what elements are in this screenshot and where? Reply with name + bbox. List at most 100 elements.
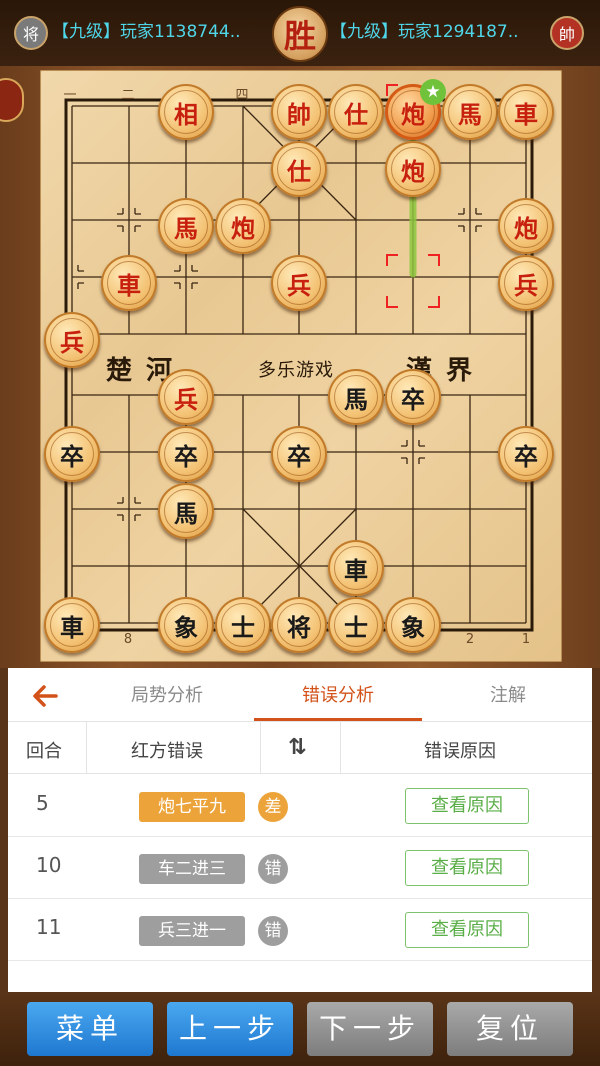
column-round: 回合 — [26, 741, 62, 762]
prev-step-button[interactable]: 上一步 — [167, 1002, 293, 1056]
red-horse-piece[interactable]: 馬 — [158, 198, 214, 254]
file-number: 四 — [235, 88, 249, 103]
piece-char: 車 — [514, 99, 538, 129]
red-soldier-piece[interactable]: 兵 — [498, 255, 554, 311]
black-soldier-piece[interactable]: 卒 — [271, 426, 327, 482]
piece-char: 将 — [287, 612, 311, 642]
piece-char: 卒 — [401, 384, 425, 414]
table-row: 5 炮七平九 差 查看原因 — [8, 775, 592, 837]
chess-board[interactable]: 一 二 四 8 2 1 楚河 漢界 多乐游戏 相 帥 仕 炮 馬 車 仕 炮 馬… — [40, 70, 562, 662]
right-player-avatar[interactable]: 帥 — [550, 16, 584, 50]
red-cannon-piece[interactable]: 炮 — [385, 141, 441, 197]
grade-badge: 差 — [258, 792, 288, 822]
red-elephant-piece[interactable]: 相 — [158, 84, 214, 140]
column-divider — [340, 722, 341, 774]
grade-badge: 错 — [258, 854, 288, 884]
piece-char: 仕 — [344, 99, 368, 129]
piece-char: 炮 — [514, 213, 538, 243]
table-header: 回合 红方错误 ⇅ 错误原因 — [8, 722, 592, 774]
left-avatar-char: 将 — [22, 25, 39, 44]
selection-corner — [386, 254, 398, 266]
round-number: 11 — [36, 915, 62, 939]
win-badge: 胜 — [272, 6, 328, 62]
piece-char: 相 — [174, 99, 198, 129]
last-move-star-icon: ★ — [420, 79, 446, 105]
red-advisor-piece[interactable]: 仕 — [271, 141, 327, 197]
red-general-piece[interactable]: 帥 — [271, 84, 327, 140]
move-tag: 车二进三 — [139, 854, 245, 884]
piece-char: 馬 — [174, 213, 198, 243]
table-row: 11 兵三进一 错 查看原因 — [8, 899, 592, 961]
red-cannon-piece[interactable]: 炮 — [498, 198, 554, 254]
analysis-tabs: 局势分析 错误分析 注解 — [8, 668, 592, 722]
analysis-panel: 局势分析 错误分析 注解 回合 红方错误 ⇅ 错误原因 5 炮七平九 差 查看原… — [8, 668, 592, 992]
piece-char: 士 — [231, 612, 255, 642]
black-elephant-piece[interactable]: 象 — [385, 597, 441, 653]
piece-char: 兵 — [174, 384, 198, 414]
black-advisor-piece[interactable]: 士 — [328, 597, 384, 653]
black-elephant-piece[interactable]: 象 — [158, 597, 214, 653]
tab-annotations[interactable]: 注解 — [433, 681, 583, 707]
black-soldier-piece[interactable]: 卒 — [44, 426, 100, 482]
black-advisor-piece[interactable]: 士 — [215, 597, 271, 653]
black-horse-piece[interactable]: 馬 — [158, 483, 214, 539]
black-chariot-piece[interactable]: 車 — [44, 597, 100, 653]
round-number: 10 — [36, 853, 62, 877]
piece-char: 車 — [344, 555, 368, 585]
top-bar: 将 【九级】玩家1138744.. 胜 【九级】玩家1294187.. 帥 — [0, 0, 600, 66]
reset-button[interactable]: 复位 — [447, 1002, 573, 1056]
left-player-avatar[interactable]: 将 — [14, 16, 48, 50]
black-soldier-piece[interactable]: 卒 — [158, 426, 214, 482]
black-horse-piece[interactable]: 馬 — [328, 369, 384, 425]
piece-char: 兵 — [514, 270, 538, 300]
piece-char: 車 — [117, 270, 141, 300]
file-number: 8 — [123, 632, 133, 647]
piece-char: 馬 — [344, 384, 368, 414]
file-number: 1 — [521, 632, 531, 647]
red-horse-piece[interactable]: 馬 — [442, 84, 498, 140]
back-arrow-icon[interactable] — [26, 676, 66, 716]
tab-error-analysis[interactable]: 错误分析 — [263, 681, 413, 707]
sort-icon[interactable]: ⇅ — [288, 735, 306, 760]
red-chariot-piece[interactable]: 車 — [498, 84, 554, 140]
piece-char: 炮 — [401, 156, 425, 186]
piece-char: 卒 — [514, 441, 538, 471]
piece-char: 象 — [174, 612, 198, 642]
black-general-piece[interactable]: 将 — [271, 597, 327, 653]
result-text: 胜 — [283, 17, 316, 55]
column-divider — [260, 722, 261, 774]
piece-char: 士 — [344, 612, 368, 642]
red-advisor-piece[interactable]: 仕 — [328, 84, 384, 140]
view-reason-button[interactable]: 查看原因 — [405, 850, 529, 886]
piece-char: 象 — [401, 612, 425, 642]
piece-char: 炮 — [231, 213, 255, 243]
red-chariot-piece[interactable]: 車 — [101, 255, 157, 311]
bottom-toolbar: 菜单 上一步 下一步 复位 — [0, 992, 600, 1066]
column-divider — [86, 722, 87, 774]
piece-char: 車 — [60, 612, 84, 642]
black-soldier-piece[interactable]: 卒 — [385, 369, 441, 425]
black-chariot-piece[interactable]: 車 — [328, 540, 384, 596]
table-row: 10 车二进三 错 查看原因 — [8, 837, 592, 899]
piece-char: 馬 — [174, 498, 198, 528]
active-tab-indicator — [254, 718, 422, 721]
piece-char: 卒 — [174, 441, 198, 471]
next-step-button[interactable]: 下一步 — [307, 1002, 433, 1056]
view-reason-button[interactable]: 查看原因 — [405, 788, 529, 824]
menu-button[interactable]: 菜单 — [27, 1002, 153, 1056]
right-player-name: 【九级】玩家1294187.. — [330, 22, 519, 42]
piece-char: 馬 — [458, 99, 482, 129]
red-soldier-piece[interactable]: 兵 — [44, 312, 100, 368]
column-error-reason: 错误原因 — [424, 741, 496, 762]
view-reason-button[interactable]: 查看原因 — [405, 912, 529, 948]
right-avatar-char: 帥 — [558, 25, 575, 44]
black-soldier-piece[interactable]: 卒 — [498, 426, 554, 482]
piece-char: 兵 — [287, 270, 311, 300]
red-soldier-piece[interactable]: 兵 — [271, 255, 327, 311]
selection-corner — [386, 296, 398, 308]
red-soldier-piece[interactable]: 兵 — [158, 369, 214, 425]
red-cannon-piece[interactable]: 炮 — [215, 198, 271, 254]
piece-char: 卒 — [287, 441, 311, 471]
tab-situation-analysis[interactable]: 局势分析 — [92, 681, 242, 707]
file-number: 二 — [121, 88, 135, 103]
